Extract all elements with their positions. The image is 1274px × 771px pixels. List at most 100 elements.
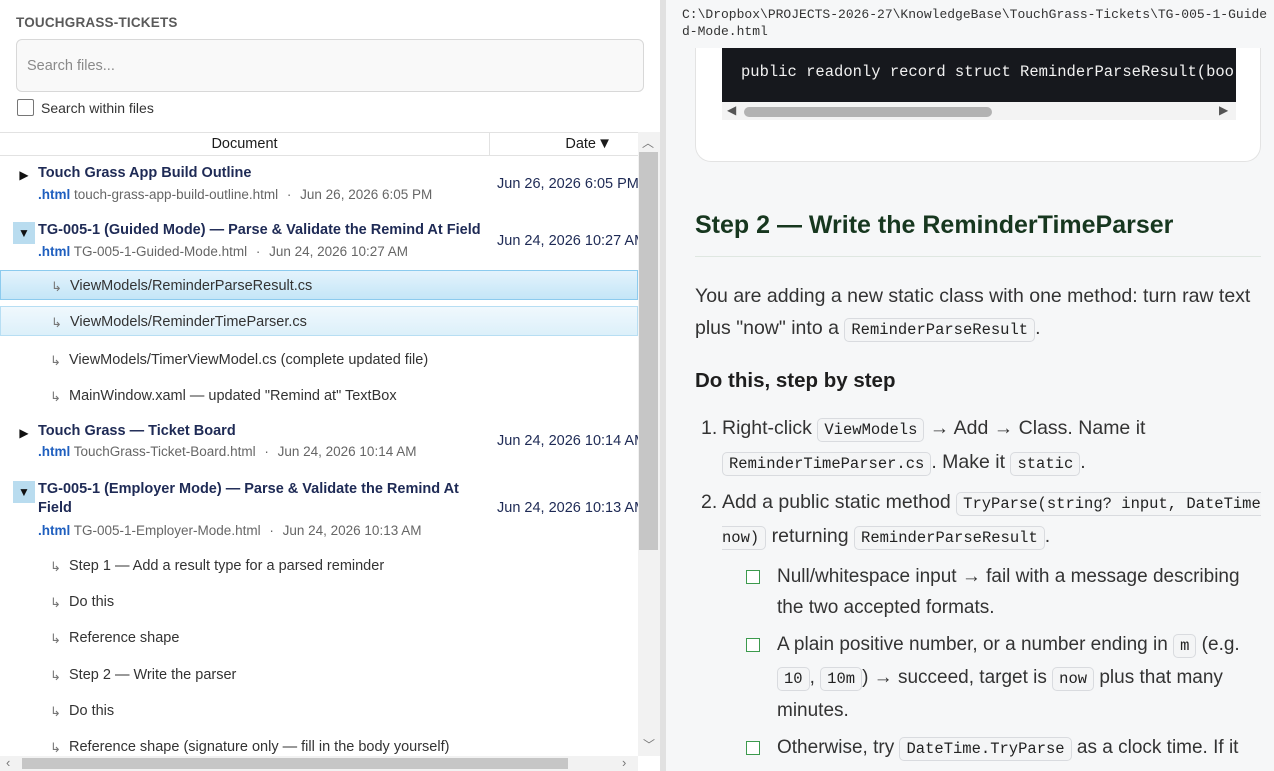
column-document[interactable]: Document [0, 133, 490, 155]
checklist-text: as a clock time. If it [1071, 737, 1239, 758]
search-box[interactable] [16, 39, 644, 92]
document-section-item[interactable]: ↳ ViewModels/ReminderParseResult.cs [0, 270, 638, 300]
child-arrow-icon: ↳ [50, 704, 61, 719]
scroll-right-icon[interactable]: › [622, 755, 626, 770]
checklist-text: Null/whitespace input → fail with a mess… [777, 566, 1240, 618]
document-title[interactable]: Touch Grass App Build Outline [38, 164, 483, 183]
sort-desc-icon: ▼ [597, 135, 612, 152]
scroll-up-icon[interactable]: ︿ [642, 134, 654, 151]
section-label: Do this [69, 703, 115, 719]
file-extension: .html [38, 244, 71, 259]
step-text: returning [766, 525, 855, 547]
code-scrollbar[interactable]: ◀ ▶ [722, 102, 1236, 120]
column-header: Document Date ▼ [0, 132, 660, 156]
document-section-item[interactable]: ↳ Reference shape (signature only — fill… [0, 732, 638, 756]
document-meta: .html TG-005-1-Guided-Mode.html · Jun 24… [38, 244, 408, 259]
checklist-item: A plain positive number, or a number end… [746, 629, 1266, 726]
document-row[interactable]: ▼ TG-005-1 (Guided Mode) — Parse & Valid… [0, 213, 638, 269]
section-label: Reference shape [69, 630, 180, 646]
file-modified: Jun 24, 2026 10:27 AM [269, 244, 408, 259]
document-title[interactable]: Touch Grass — Ticket Board [38, 422, 483, 441]
document-section-item[interactable]: ↳ MainWindow.xaml — updated "Remind at" … [0, 381, 638, 411]
child-arrow-icon: ↳ [50, 353, 61, 368]
inline-code: 10m [820, 667, 863, 691]
file-modified: Jun 24, 2026 10:14 AM [277, 444, 417, 459]
file-modified: Jun 24, 2026 10:13 AM [282, 523, 422, 538]
column-date[interactable]: Date ▼ [490, 133, 640, 155]
document-date: Jun 24, 2026 10:14 AM [497, 433, 638, 449]
step-item: 2. Add a public static method TryParse(st… [701, 486, 1261, 554]
inline-code: ViewModels [817, 418, 925, 442]
code-scroll-thumb[interactable] [744, 107, 992, 117]
checkbox-icon[interactable] [746, 570, 760, 584]
horizontal-scroll-thumb[interactable] [22, 758, 568, 769]
scroll-right-icon[interactable]: ▶ [1219, 103, 1228, 117]
section-heading: Step 2 — Write the ReminderTimeParser [695, 211, 1174, 239]
step-text: → Add → Class. Name it [924, 417, 1146, 439]
project-title: TOUCHGRASS-TICKETS [16, 15, 178, 30]
scroll-left-icon[interactable]: ‹ [6, 755, 10, 770]
document-section-item[interactable]: ↳ ViewModels/ReminderTimeParser.cs [0, 306, 638, 336]
collapse-icon[interactable]: ▼ [13, 222, 35, 244]
meta-separator: · [269, 523, 274, 538]
scroll-left-icon[interactable]: ◀ [727, 103, 736, 117]
scroll-down-icon[interactable]: ﹀ [643, 736, 655, 753]
file-extension: .html [38, 187, 71, 202]
document-section-item[interactable]: ↳ Reference shape [0, 623, 638, 653]
document-date: Jun 24, 2026 10:13 AM [497, 500, 638, 516]
expand-icon[interactable]: ▶ [13, 164, 35, 186]
file-extension: .html [38, 444, 71, 459]
step-number: 2. [701, 491, 718, 513]
section-label: Do this [69, 594, 115, 610]
document-row[interactable]: ▶ Touch Grass App Build Outline .html to… [0, 156, 638, 213]
section-label: ViewModels/ReminderTimeParser.cs [70, 314, 307, 330]
child-arrow-icon: ↳ [50, 389, 61, 404]
code-block: public readonly record struct ReminderPa… [722, 48, 1236, 102]
document-section-item[interactable]: ↳ Do this [0, 587, 638, 617]
section-label: MainWindow.xaml — updated "Remind at" Te… [69, 388, 397, 404]
intro-paragraph: You are adding a new static class with o… [695, 280, 1255, 346]
step-text: Add a public static method [722, 491, 957, 513]
checklist-item: Null/whitespace input → fail with a mess… [746, 561, 1266, 623]
search-within-files-checkbox[interactable] [17, 99, 34, 116]
child-arrow-icon: ↳ [50, 740, 61, 755]
document-meta: .html TG-005-1-Employer-Mode.html · Jun … [38, 523, 421, 538]
vertical-scroll-thumb[interactable] [639, 152, 658, 550]
checkbox-icon[interactable] [746, 741, 760, 755]
search-within-files-option[interactable]: Search within files [17, 99, 154, 116]
section-label: Reference shape (signature only — fill i… [69, 739, 450, 755]
vertical-scrollbar[interactable]: ︿ ﹀ [638, 132, 660, 756]
inline-code: ReminderParseResult [854, 526, 1045, 550]
checklist-text: ) → succeed, target is [862, 667, 1053, 688]
file-name: touch-grass-app-build-outline.html [74, 187, 279, 202]
meta-separator: · [286, 187, 292, 202]
document-section-item[interactable]: ↳ Do this [0, 696, 638, 726]
file-name: TG-005-1-Guided-Mode.html [73, 244, 248, 259]
document-row[interactable]: ▶ Touch Grass — Ticket Board .html Touch… [0, 414, 638, 472]
document-title[interactable]: TG-005-1 (Employer Mode) — Parse & Valid… [38, 480, 478, 518]
document-date: Jun 24, 2026 10:27 AM [497, 233, 638, 249]
child-arrow-icon: ↳ [50, 668, 61, 683]
document-row[interactable]: ▼ TG-005-1 (Employer Mode) — Parse & Val… [0, 472, 638, 550]
code-card: public readonly record struct ReminderPa… [695, 48, 1261, 162]
expand-icon[interactable]: ▶ [13, 422, 35, 444]
document-section-item[interactable]: ↳ Step 2 — Write the parser [0, 660, 638, 690]
search-input[interactable] [17, 40, 643, 91]
checkbox-icon[interactable] [746, 638, 760, 652]
collapse-icon[interactable]: ▼ [13, 481, 35, 503]
file-path: C:\Dropbox\PROJECTS-2026-27\KnowledgeBas… [682, 7, 1268, 39]
section-label: ViewModels/TimerViewModel.cs (complete u… [69, 352, 429, 368]
step-text: . Make it [931, 451, 1011, 473]
inline-code: DateTime.TryParse [899, 737, 1072, 761]
checklist-text: Otherwise, try [777, 737, 900, 758]
document-meta: .html touch-grass-app-build-outline.html… [38, 187, 432, 202]
document-section-item[interactable]: ↳ Step 1 — Add a result type for a parse… [0, 551, 638, 581]
file-extension: .html [38, 523, 71, 538]
horizontal-scrollbar[interactable]: ‹ › [0, 755, 638, 771]
child-arrow-icon: ↳ [51, 279, 62, 294]
document-section-item[interactable]: ↳ ViewModels/TimerViewModel.cs (complete… [0, 345, 638, 375]
step-text: . [1044, 525, 1051, 547]
ordered-steps: 1. Right-click ViewModels → Add → Class. … [701, 412, 1261, 554]
document-title[interactable]: TG-005-1 (Guided Mode) — Parse & Validat… [38, 221, 483, 240]
document-meta: .html TouchGrass-Ticket-Board.html · Jun… [38, 444, 416, 459]
